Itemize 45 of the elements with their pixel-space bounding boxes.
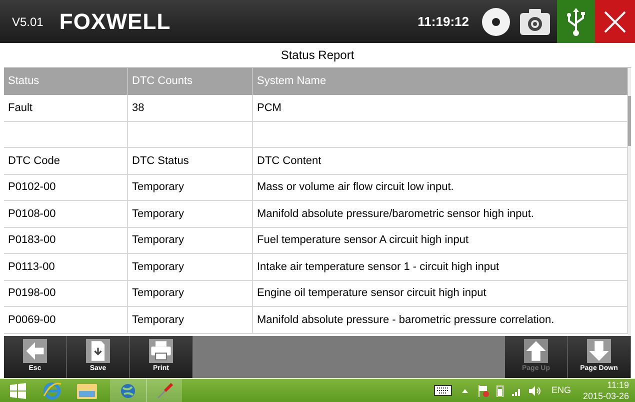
table-cell: DTC Status [128,148,253,174]
table-cell: P0108-00 [4,201,128,226]
table-cell: P0183-00 [4,228,128,253]
folder-icon[interactable] [76,382,98,400]
record-icon[interactable] [481,6,511,36]
taskbar-app[interactable] [110,378,146,402]
page-title: Status Report [280,47,354,64]
table-cell: Temporary [128,307,253,332]
arrow-left-icon [23,339,47,364]
table-cell: P0069-00 [4,307,128,332]
usb-button[interactable] [557,0,595,43]
table-cell: Temporary [128,254,253,280]
table-cell: DTC Code [4,148,128,174]
table-cell: Temporary [128,280,253,306]
table-cell: Temporary [128,201,253,226]
globe-icon [120,382,136,398]
table-cell: Fault [4,95,128,120]
table-cell: Temporary [128,228,253,253]
column-header: Status [4,68,128,95]
screwdriver-icon [156,382,172,398]
table-cell: P0198-00 [4,280,128,306]
arrow-down-icon [587,339,611,364]
taskbar-app[interactable] [146,378,182,402]
battery-icon[interactable] [496,384,506,396]
chevron-up-icon[interactable] [462,388,468,392]
brand-logo: FOXWELL [59,8,171,36]
table-cell: Temporary [128,174,253,200]
printer-icon [149,339,173,364]
scrollbar[interactable] [628,68,631,336]
clock-time: 11:19:12 [418,12,469,31]
usb-icon [565,6,587,36]
close-icon [603,10,627,34]
close-button[interactable] [595,0,635,43]
keyboard-icon[interactable] [434,385,452,396]
column-header: DTC Counts [128,68,253,95]
table-cell: 38 [128,95,253,120]
windows-start-icon[interactable] [10,382,26,398]
speaker-icon[interactable] [529,386,542,396]
flag-icon[interactable] [478,384,490,396]
table-cell: P0113-00 [4,254,128,280]
camera-icon[interactable] [519,8,551,36]
version-label: V5.01 [12,14,44,30]
table-cell: P0102-00 [4,174,128,200]
arrow-up-icon [524,339,548,364]
download-file-icon [86,339,110,364]
